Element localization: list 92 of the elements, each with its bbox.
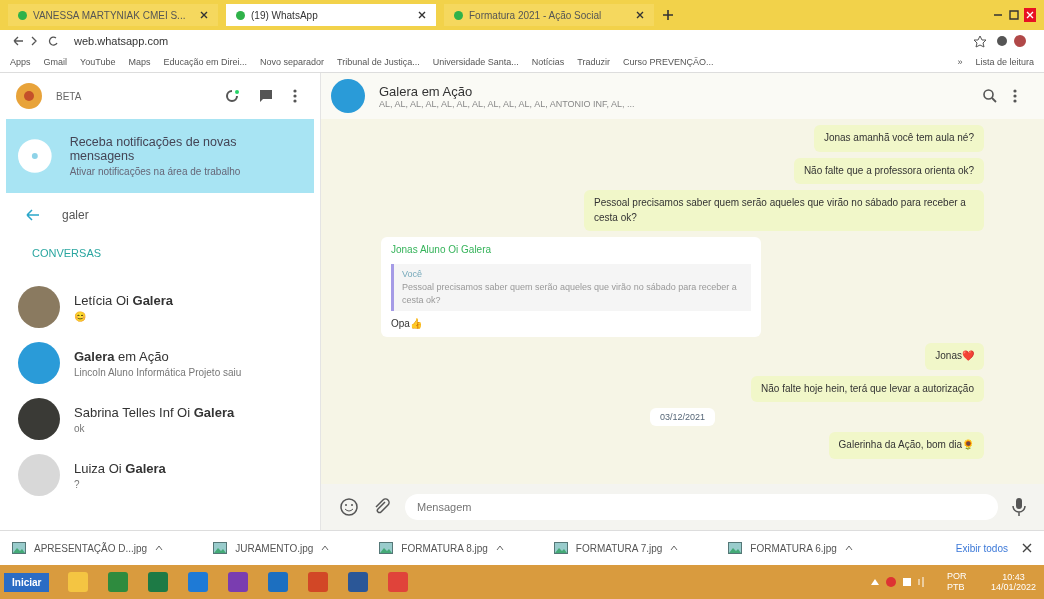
profile-name: BETA (56, 90, 82, 102)
date-separator: 03/12/2021 (649, 408, 715, 427)
bookmark-link[interactable]: Universidade Santa... (432, 57, 519, 67)
sent-message: Jonas amanhã você tem aula né? (813, 125, 984, 152)
notice-title: Receba notificações de novas mensagens (69, 135, 238, 163)
bookmark-link[interactable]: Tribunal de Justiça... (337, 57, 420, 67)
group-avatar-icon[interactable] (331, 79, 365, 113)
microphone-icon[interactable] (1012, 497, 1026, 517)
chat-name: Galera em Ação (74, 348, 170, 364)
avatar-icon (18, 398, 60, 440)
sent-message: Pessoal precisamos saber quem serão aqueles que virão no sábado para receber a cesta ok? (584, 190, 984, 231)
chat-list-item[interactable]: Sabrina Telles Inf Oi Galera ok (0, 391, 320, 447)
bookmark-link[interactable]: Novo separador (259, 57, 324, 67)
chat-preview: ? (74, 478, 81, 490)
chat-preview: Lincoln Aluno Informática Projeto saiu (74, 366, 243, 378)
bookmark-link[interactable]: Curso PREVENÇÃO... (623, 57, 714, 67)
download-item[interactable]: JURAMENTO.jpg (213, 542, 330, 554)
reading-list-link[interactable]: Lista de leitura (975, 57, 1034, 67)
sent-message: Não falte que a professora orienta ok? (793, 157, 984, 184)
chat-preview: 😊 (74, 310, 87, 322)
back-arrow-icon[interactable] (26, 209, 40, 221)
start-button[interactable]: Iniciar (4, 572, 50, 592)
image-file-icon (12, 542, 26, 554)
image-file-icon (728, 542, 743, 554)
chat-icon[interactable] (258, 88, 274, 104)
download-item[interactable]: FORMATURA 8.jpg (379, 542, 504, 554)
download-item[interactable]: FORMATURA 6.jpg (728, 542, 853, 554)
quote-author: Você (402, 267, 424, 281)
caret-icon[interactable] (495, 545, 504, 551)
favicon-icon (236, 10, 245, 20)
taskbar-app-icon[interactable] (227, 571, 250, 593)
emoji-icon[interactable] (339, 497, 359, 517)
chat-preview: ok (74, 422, 86, 434)
search-field[interactable]: galer (60, 207, 264, 223)
chat-name: Sabrina Telles Inf Oi Galera (74, 404, 236, 420)
bookmark-link[interactable]: Gmail (43, 57, 68, 67)
search-icon[interactable] (982, 88, 998, 104)
close-icon[interactable] (1022, 543, 1032, 553)
section-title: CONVERSAS (31, 246, 103, 261)
image-file-icon (213, 542, 228, 554)
caret-icon[interactable] (670, 545, 679, 551)
bookmark-link[interactable]: Notícias (531, 57, 565, 67)
image-file-icon (553, 542, 568, 554)
show-all-link[interactable]: Exibir todos (955, 542, 1008, 554)
bookmark-link[interactable]: Apps (10, 57, 31, 67)
bookmark-link[interactable]: YouTube (80, 57, 116, 67)
caret-icon[interactable] (321, 545, 330, 551)
chat-list-item[interactable]: Luiza Oi Galera ? (0, 447, 320, 503)
bookmark-link[interactable]: Traduzir (577, 57, 610, 67)
bookmark-link[interactable]: Educação em Direi... (163, 57, 247, 67)
bookmark-link[interactable]: Maps (128, 57, 151, 67)
menu-icon[interactable] (292, 88, 298, 104)
download-item[interactable]: APRESENTAÇÃO D...jpg (12, 542, 164, 554)
favicon-icon (18, 10, 27, 20)
plus-icon[interactable] (662, 9, 674, 21)
avatar-icon (18, 286, 60, 328)
favicon-icon (454, 10, 463, 20)
browser-tab[interactable]: Formatura 2021 - Ação Social (444, 4, 654, 26)
close-icon[interactable] (418, 11, 426, 19)
sent-message: Jonas❤ (925, 343, 984, 370)
notification-banner[interactable]: Receba notificações de novas mensagens Ativar notificações na área de trabalho (6, 119, 314, 193)
window-controls-icon[interactable] (992, 8, 1036, 22)
browser-tab[interactable]: (19) WhatsApp (226, 4, 436, 26)
chat-list-item[interactable]: Letícia Oi Galera 😊 (0, 279, 320, 335)
sent-message: Galerinha da Ação, bom dia🌻 (828, 432, 984, 459)
message-input[interactable]: Mensagem (405, 494, 998, 520)
caret-icon[interactable] (155, 545, 164, 551)
paperclip-icon[interactable] (373, 498, 391, 516)
browser-tab[interactable]: VANESSA MARTYNIAK CMEI S... (8, 4, 218, 26)
chat-title[interactable]: Galera em Ação (379, 83, 968, 99)
avatar-icon (18, 454, 60, 496)
bell-icon (18, 139, 52, 173)
avatar-icon (18, 342, 60, 384)
image-file-icon (379, 542, 394, 554)
sent-message: Não falte hoje hein, terá que levar a autorização (751, 375, 984, 403)
taskbar-app-icon[interactable] (347, 571, 370, 593)
caret-icon[interactable] (844, 545, 853, 551)
chat-name: Luiza Oi Galera (74, 460, 167, 476)
close-icon[interactable] (636, 11, 644, 19)
quote-text: Pessoal precisamos saber quem serão aqueles que virão no sábado para receber a cesta ok? (402, 280, 738, 307)
chat-list-item[interactable]: Galera em Ação Lincoln Aluno Informática Projeto saiu (0, 335, 320, 391)
address-field[interactable]: web.whatsapp.com (74, 35, 169, 47)
menu-icon[interactable] (1012, 88, 1018, 104)
sender-name: Jonas Aluno Oi Galera (391, 243, 493, 257)
chat-name: Letícia Oi Galera (74, 292, 174, 308)
close-icon[interactable] (200, 11, 208, 19)
download-item[interactable]: FORMATURA 7.jpg (553, 542, 679, 554)
participants-list: AL, AL, AL, AL, AL, AL, AL, AL, AL, AL, AL, ANTONIO INF, AL, ... (379, 98, 968, 109)
status-icon[interactable] (224, 88, 240, 104)
bookmarks-overflow[interactable]: » (957, 57, 963, 67)
message-text: Opa👍 (391, 316, 423, 331)
notice-link[interactable]: Ativar notificações na área de trabalho (69, 166, 302, 177)
